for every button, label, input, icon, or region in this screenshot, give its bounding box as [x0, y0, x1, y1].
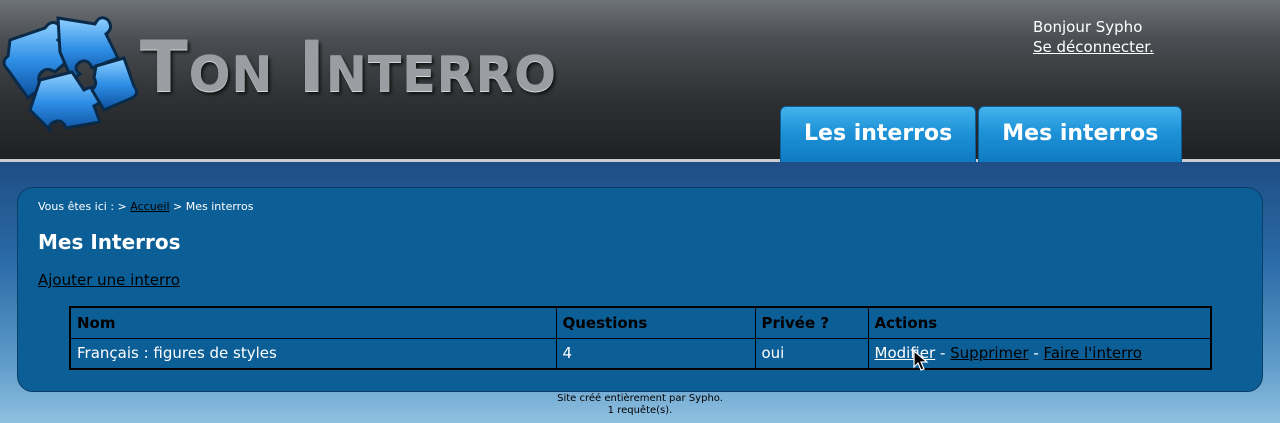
logout-link[interactable]: Se déconnecter.	[1033, 37, 1154, 57]
cell-private: oui	[754, 337, 869, 370]
cell-name: Français : figures de styles	[69, 337, 557, 370]
column-header-questions: Questions	[555, 306, 756, 339]
column-header-actions: Actions	[867, 306, 1212, 339]
tab-mes-interros[interactable]: Mes interros	[978, 106, 1183, 162]
site-footer: Site créé entièrement par Sypho. 1 requê…	[0, 393, 1280, 417]
user-box: Bonjour Sypho Se déconnecter.	[1033, 17, 1154, 57]
greeting-text: Bonjour Sypho	[1033, 18, 1143, 36]
action-separator: -	[1033, 344, 1039, 363]
puzzle-logo-icon	[2, 16, 139, 132]
delete-link[interactable]: Supprimer	[950, 344, 1028, 362]
footer-credit: Site créé entièrement par Sypho.	[557, 393, 723, 404]
breadcrumb-home-link[interactable]: Accueil	[130, 200, 169, 213]
take-interro-link[interactable]: Faire l'interro	[1044, 344, 1142, 362]
mouse-pointer-icon	[913, 350, 929, 371]
breadcrumb-prefix: Vous êtes ici : >	[38, 200, 127, 213]
table-row: Français : figures de styles 4 oui Modif…	[69, 337, 1212, 370]
tab-les-interros[interactable]: Les interros	[780, 106, 977, 162]
site-header: Ton Interro Bonjour Sypho Se déconnecter…	[0, 0, 1280, 162]
column-header-privee: Privée ?	[754, 306, 869, 339]
add-interro-link[interactable]: Ajouter une interro	[38, 271, 180, 289]
footer-query-count: 1 requête(s).	[607, 405, 673, 416]
content-panel: Vous êtes ici : > Accueil > Mes interros…	[17, 187, 1263, 392]
main-nav: Les interros Mes interros	[780, 106, 1184, 162]
site-logo-text: Ton Interro	[140, 26, 557, 108]
interros-table: Nom Questions Privée ? Actions Français …	[69, 306, 1212, 370]
column-header-nom: Nom	[69, 306, 557, 339]
page-title: Mes Interros	[38, 230, 181, 254]
cell-questions: 4	[555, 337, 756, 370]
breadcrumb-current: > Mes interros	[173, 200, 254, 213]
table-header-row: Nom Questions Privée ? Actions	[69, 306, 1212, 339]
action-separator: -	[939, 344, 946, 363]
breadcrumb: Vous êtes ici : > Accueil > Mes interros	[38, 200, 253, 214]
